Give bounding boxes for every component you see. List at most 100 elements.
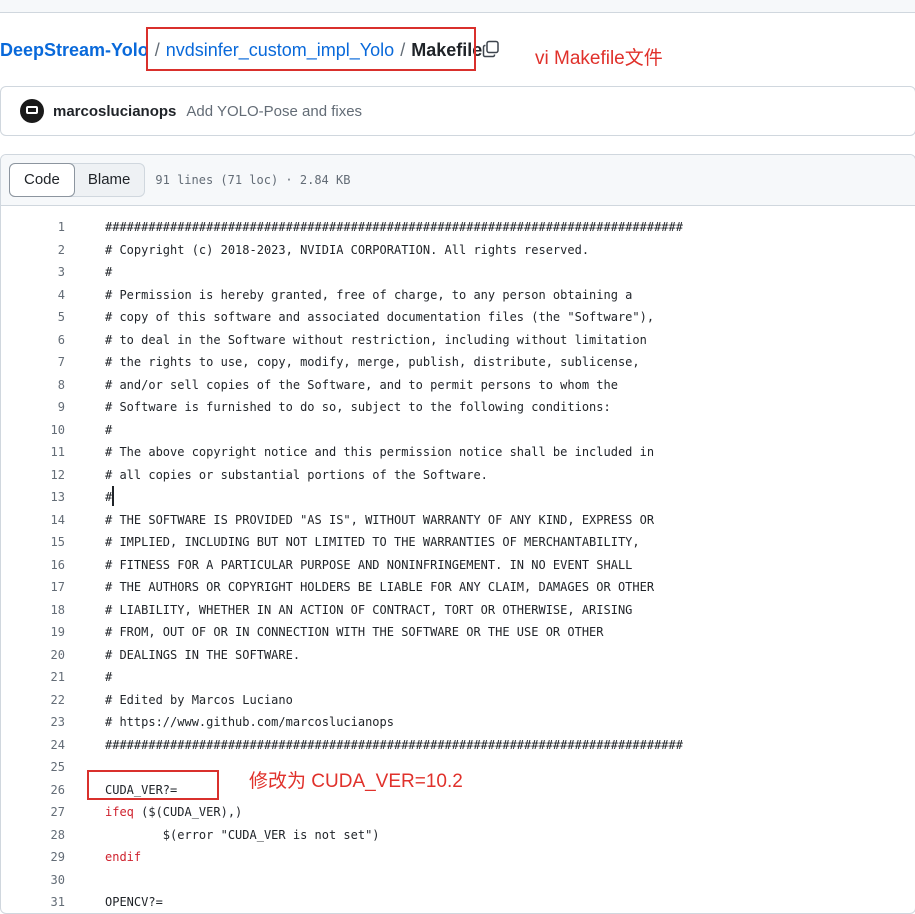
line-number[interactable]: 18 [1,599,65,621]
code-text: # to deal in the Software without restri… [105,332,647,347]
line-content: # THE AUTHORS OR COPYRIGHT HOLDERS BE LI… [105,576,654,598]
line-content: # and/or sell copies of the Software, an… [105,374,618,396]
code-line: 13 # [1,486,915,509]
code-text: # Software is furnished to do so, subjec… [105,400,611,414]
code-line: 28 $(error "CUDA_VER is not set") [1,824,915,847]
line-number[interactable]: 15 [1,531,65,553]
avatar[interactable] [20,99,44,123]
code-line: 7 # the rights to use, copy, modify, merg… [1,351,915,374]
copy-icon [482,40,499,58]
code-text: # the rights to use, copy, modify, merge… [105,355,640,369]
code-line: 1 #######################################… [1,216,915,239]
code-line: 24 ######################################… [1,734,915,757]
code-line: 15 # IMPLIED, INCLUDING BUT NOT LIMITED T… [1,531,915,554]
top-strip [0,0,915,13]
line-number[interactable]: 19 [1,621,65,643]
breadcrumb-repo-link[interactable]: DeepStream-Yolo [0,40,149,60]
line-number[interactable]: 12 [1,464,65,486]
line-number[interactable]: 27 [1,801,65,823]
code-text: # The above copyright notice and this pe… [105,445,655,459]
line-content: # Edited by Marcos Luciano [105,689,293,711]
line-number[interactable]: 14 [1,509,65,531]
line-number[interactable]: 1 [1,216,65,238]
line-number[interactable]: 31 [1,891,65,913]
code-text: ($(CUDA_VER),) [133,805,243,819]
line-number[interactable]: 8 [1,374,65,396]
code-line: 6 # to deal in the Software without restr… [1,329,915,352]
tab-code[interactable]: Code [9,163,75,197]
line-content: # Copyright (c) 2018-2023, NVIDIA CORPOR… [105,239,589,261]
code-text: # Copyright (c) 2018-2023, NVIDIA CORPOR… [105,242,590,257]
code-text: # all copies or substantial portions of … [105,467,488,482]
line-content: endif [105,846,141,868]
line-content: # [105,261,112,283]
line-content: OPENCV?= [105,891,163,913]
code-text: # THE SOFTWARE IS PROVIDED "AS IS", WITH… [105,512,655,527]
code-text: # DEALINGS IN THE SOFTWARE. [105,647,301,662]
line-number[interactable]: 11 [1,441,65,463]
view-switcher: Code Blame [9,163,146,197]
line-number[interactable]: 6 [1,329,65,351]
code-line: 17 # THE AUTHORS OR COPYRIGHT HOLDERS BE … [1,576,915,599]
line-number[interactable]: 3 [1,261,65,283]
annotation-box-cuda-ver [87,770,219,800]
latest-commit-bar: marcoslucianops Add YOLO-Pose and fixes [0,86,915,136]
line-number[interactable]: 26 [1,779,65,801]
code-line: 10 # [1,419,915,442]
annotation-header-note: vi Makefile文件 [535,48,663,69]
code-line: 9 # Software is furnished to do so, subje… [1,396,915,419]
line-number[interactable]: 29 [1,846,65,868]
commit-message[interactable]: Add YOLO-Pose and fixes [186,103,362,120]
line-number[interactable]: 5 [1,306,65,328]
line-number[interactable]: 10 [1,419,65,441]
code-text: ########################################… [105,737,683,752]
line-content: # to deal in the Software without restri… [105,329,647,351]
line-number[interactable]: 25 [1,756,65,778]
line-content: # LIABILITY, WHETHER IN AN ACTION OF CON… [105,599,632,621]
line-content: # https://www.github.com/marcoslucianops [105,711,394,733]
code-text: # Permission is hereby granted, free of … [105,287,633,302]
code-line: 29 endif [1,846,915,869]
line-number[interactable]: 24 [1,734,65,756]
code-line: 16 # FITNESS FOR A PARTICULAR PURPOSE AND… [1,554,915,577]
annotation-box-path [146,27,476,71]
code-line: 31 OPENCV?= [1,891,915,913]
line-number[interactable]: 22 [1,689,65,711]
line-number[interactable]: 30 [1,869,65,891]
copy-path-button[interactable] [480,38,502,60]
line-number[interactable]: 21 [1,666,65,688]
line-number[interactable]: 16 [1,554,65,576]
line-number[interactable]: 2 [1,239,65,261]
code-line: 21 # [1,666,915,689]
code-text: # copy of this software and associated d… [105,310,655,324]
line-number[interactable]: 4 [1,284,65,306]
keyword-token: endif [105,850,142,864]
line-content: # the rights to use, copy, modify, merge… [105,351,640,373]
code-text: # [105,265,113,279]
line-number[interactable]: 28 [1,824,65,846]
tab-blame[interactable]: Blame [74,164,145,196]
line-content: # The above copyright notice and this pe… [105,441,654,463]
code-text: # IMPLIED, INCLUDING BUT NOT LIMITED TO … [105,535,640,549]
line-number[interactable]: 13 [1,486,65,508]
line-content: # [105,419,112,441]
code-line: 22 # Edited by Marcos Luciano [1,689,915,712]
code-text: ########################################… [105,220,683,234]
code-text: # FROM, OUT OF OR IN CONNECTION WITH THE… [105,625,604,639]
code-line: 27 ifeq ($(CUDA_VER),) [1,801,915,824]
code-line: 20 # DEALINGS IN THE SOFTWARE. [1,644,915,667]
line-number[interactable]: 20 [1,644,65,666]
commit-author[interactable]: marcoslucianops [53,103,176,120]
code-line: 14 # THE SOFTWARE IS PROVIDED "AS IS", WI… [1,509,915,532]
line-number[interactable]: 7 [1,351,65,373]
line-content: # FROM, OUT OF OR IN CONNECTION WITH THE… [105,621,604,643]
line-number[interactable]: 17 [1,576,65,598]
code-body[interactable]: 1 #######################################… [1,216,915,913]
code-line: 4 # Permission is hereby granted, free of… [1,284,915,307]
code-text: OPENCV?= [105,895,163,909]
line-content: # THE SOFTWARE IS PROVIDED "AS IS", WITH… [105,509,654,531]
line-number[interactable]: 23 [1,711,65,733]
code-line: 3 # [1,261,915,284]
code-text: # [105,670,113,684]
line-number[interactable]: 9 [1,396,65,418]
